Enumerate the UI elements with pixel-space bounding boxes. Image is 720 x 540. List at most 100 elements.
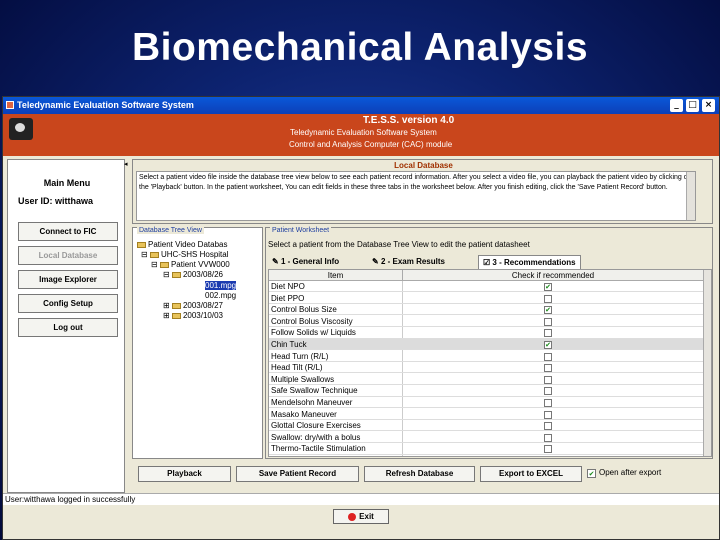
local-database-panel: Local Database Select a patient video fi… — [132, 159, 713, 224]
recommend-checkbox[interactable] — [544, 422, 552, 431]
tree-node-date[interactable]: ⊟ 2003/08/26 — [163, 270, 223, 279]
table-row[interactable]: Masako Maneuver — [269, 409, 703, 420]
row-item-name: Head Tilt (R/L) — [271, 363, 323, 373]
recommend-checkbox[interactable] — [544, 410, 552, 419]
recommend-checkbox[interactable] — [544, 387, 552, 396]
tab-recommendations[interactable]: ☑ 3 - Recommendations — [478, 255, 581, 269]
open-after-export-checkbox[interactable]: ✔ — [587, 469, 596, 478]
folder-icon — [171, 302, 181, 309]
maximize-button[interactable]: □ — [686, 99, 699, 112]
instructions-body: Select a patient video file inside the d… — [139, 174, 692, 191]
table-row[interactable]: Safe Swallow Technique — [269, 385, 703, 397]
row-item-name: Glottal Closure Exercises — [271, 421, 361, 431]
folder-icon — [137, 241, 146, 248]
image-explorer-button[interactable]: Image Explorer — [18, 270, 118, 289]
banner-module: Control and Analysis Computer (CAC) modu… — [289, 140, 453, 149]
recommend-checkbox[interactable] — [544, 375, 552, 384]
row-item-name: Follow Solids w/ Liquids — [271, 328, 356, 338]
tab-general-info[interactable]: ✎ 1 - General Info — [272, 255, 339, 269]
table-row[interactable]: Control Bolus Size ✔ — [269, 304, 703, 316]
open-after-export-label: Open after export — [599, 468, 662, 477]
user-id-label: User ID: witthawa — [18, 196, 94, 206]
window-title: Teledynamic Evaluation Software System — [17, 100, 194, 110]
playback-button[interactable]: Playback — [138, 466, 231, 482]
folder-icon — [159, 261, 169, 268]
config-setup-button[interactable]: Config Setup — [18, 294, 118, 313]
connect-fic-button[interactable]: Connect to FIC — [18, 222, 118, 241]
row-item-name: Control Bolus Viscosity — [271, 316, 353, 326]
refresh-database-button[interactable]: Refresh Database — [364, 466, 475, 482]
table-row[interactable]: Diet NPO ✔ — [269, 281, 703, 293]
window-titlebar: Teledynamic Evaluation Software System _… — [3, 97, 719, 114]
tab-label: 3 - Recommendations — [492, 258, 576, 267]
tree-node-file[interactable]: 002.mpg — [205, 291, 236, 300]
row-item-name: Chin Tuck — [271, 340, 307, 349]
table-header: Item Check if recommended — [269, 270, 703, 281]
recommend-checkbox[interactable]: ✔ — [544, 341, 552, 349]
tree-node-label: 2003/08/26 — [182, 270, 223, 279]
log-out-button[interactable]: Log out — [18, 318, 118, 337]
app-icon — [6, 101, 14, 109]
recommend-checkbox[interactable] — [544, 329, 552, 338]
collapse-arrow-icon[interactable]: ◂ — [124, 160, 128, 168]
recommend-checkbox[interactable] — [544, 364, 552, 373]
tree-node-patient[interactable]: ⊟ Patient VVW000 — [151, 260, 230, 269]
local-database-button[interactable]: Local Database — [18, 246, 118, 265]
row-item-name: Swallow: dry/with a bolus — [271, 432, 361, 442]
local-database-title: Local Database — [394, 161, 453, 170]
table-row[interactable]: Swallow: dry/with a bolus — [269, 432, 703, 444]
camera-logo-icon — [9, 118, 33, 140]
tree-node-file-selected[interactable]: 001.mpg — [205, 281, 237, 290]
export-excel-button[interactable]: Export to EXCEL — [480, 466, 582, 482]
main-menu-title: Main Menu — [43, 178, 91, 188]
column-header-check: Check if recommended — [402, 270, 703, 281]
recommend-checkbox[interactable]: ✔ — [544, 306, 552, 315]
recommendations-table: Item Check if recommended Diet NPO ✔ Diet … — [268, 269, 712, 457]
close-window-button[interactable]: × — [702, 99, 715, 112]
row-item-name: Safe Swallow Technique — [271, 386, 358, 396]
row-item-name: Multiple Swallows — [271, 374, 335, 384]
app-banner: T.E.S.S. version 4.0 Teledynamic Evaluat… — [3, 114, 719, 156]
tab-label: 1 - General Info — [280, 257, 340, 266]
table-row[interactable]: Multiple Swallows — [269, 374, 703, 386]
exit-button[interactable]: Exit — [333, 509, 389, 524]
tree-node-label: Patient VVW000 — [170, 260, 230, 269]
exit-label: Exit — [359, 512, 374, 521]
table-row[interactable]: Diet PPO — [269, 293, 703, 304]
instructions-scrollbar[interactable] — [686, 172, 695, 220]
tab-exam-results[interactable]: ✎ 2 - Exam Results — [372, 255, 445, 269]
tree-node-label: UHC-SHS Hospital — [160, 250, 229, 259]
recommend-checkbox[interactable] — [544, 445, 552, 454]
recommend-checkbox[interactable] — [544, 317, 552, 326]
banner-subtitle: Teledynamic Evaluation Software System — [290, 128, 437, 137]
tree-node-label: Patient Video Databas — [148, 240, 228, 249]
recommend-checkbox[interactable] — [544, 399, 552, 407]
table-row[interactable]: Chin Tuck ✔ — [269, 339, 703, 351]
table-row[interactable]: Mendelsohn Maneuver — [269, 397, 703, 409]
tree-node-label: 2003/08/27 — [182, 301, 223, 310]
tree-node-date[interactable]: ⊞ 2003/10/03 — [163, 311, 223, 320]
save-patient-record-button[interactable]: Save Patient Record — [236, 466, 359, 482]
minimize-button[interactable]: _ — [670, 99, 683, 112]
main-menu-panel: Main Menu User ID: witthawa Connect to F… — [7, 159, 125, 493]
table-row[interactable]: Control Bolus Viscosity — [269, 316, 703, 328]
tree-node-hospital[interactable]: ⊟ UHC-SHS Hospital — [141, 250, 229, 259]
table-row[interactable]: Head Turn (R/L) — [269, 351, 703, 362]
folder-icon — [171, 271, 181, 278]
recommend-checkbox[interactable] — [544, 352, 552, 361]
tree-node-root[interactable]: Patient Video Databas — [137, 240, 227, 249]
row-item-name: Head Turn (R/L) — [271, 351, 329, 361]
app-window: Teledynamic Evaluation Software System _… — [2, 96, 720, 540]
tree-node-label: 2003/10/03 — [182, 311, 223, 320]
tree-node-date[interactable]: ⊞ 2003/08/27 — [163, 301, 223, 310]
tab-label: 2 - Exam Results — [380, 257, 445, 266]
table-row[interactable]: Head Tilt (R/L) — [269, 362, 703, 374]
table-row[interactable]: Follow Solids w/ Liquids — [269, 327, 703, 339]
slide-title: Biomechanical Analysis — [131, 26, 589, 69]
recommend-checkbox[interactable] — [544, 294, 552, 303]
table-row[interactable]: Thermo-Tactile Stimulation — [269, 443, 703, 455]
recommend-checkbox[interactable] — [544, 433, 552, 442]
recommend-checkbox[interactable]: ✔ — [544, 283, 552, 291]
table-scrollbar[interactable] — [703, 270, 711, 456]
table-row[interactable]: Glottal Closure Exercises — [269, 420, 703, 432]
